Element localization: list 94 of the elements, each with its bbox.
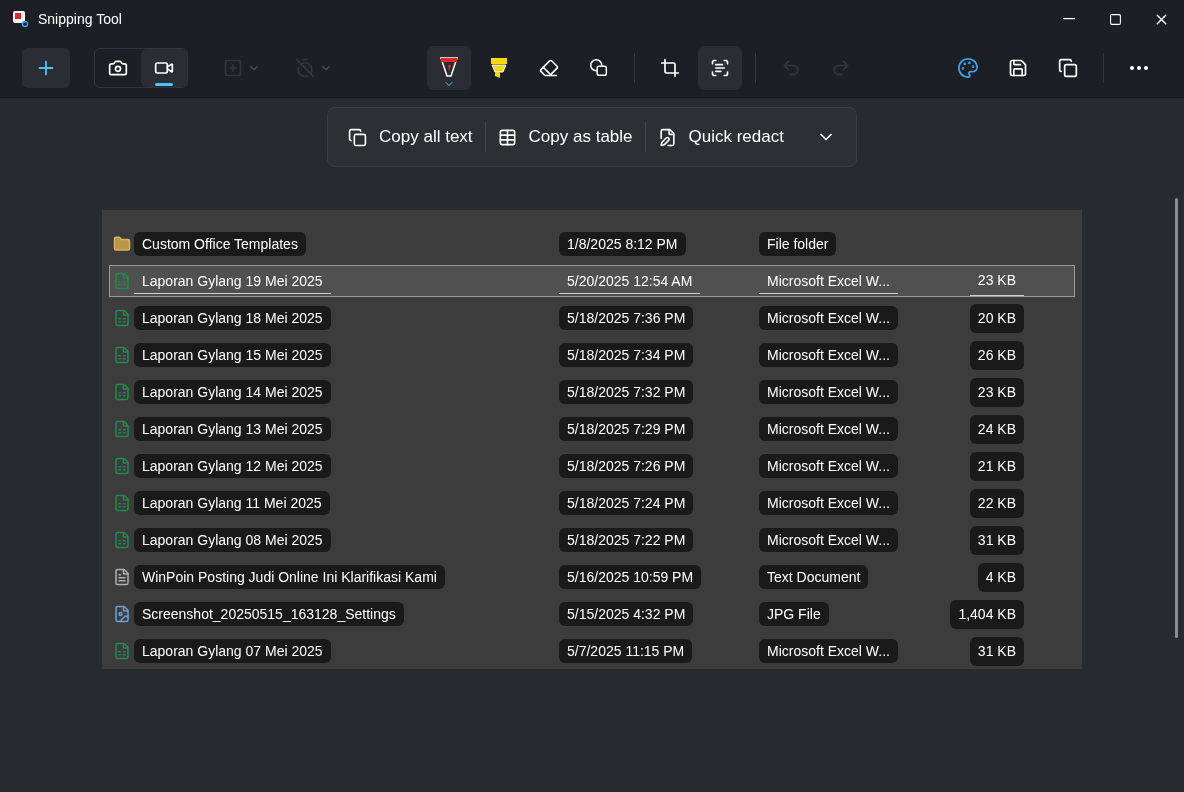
file-size: 24 KB: [969, 414, 1024, 444]
table-icon: [497, 127, 517, 147]
file-size: 20 KB: [969, 303, 1024, 333]
file-type: Microsoft Excel W...: [759, 416, 898, 441]
pen-button[interactable]: [426, 45, 471, 90]
file-name: WinPoin Posting Judi Online Ini Klarifikasi Kami: [134, 564, 445, 589]
file-date: 5/7/2025 11:15 PM: [559, 638, 693, 663]
spreadsheet-icon: [113, 494, 131, 512]
maximize-icon: [1108, 12, 1122, 26]
file-date: 5/18/2025 7:26 PM: [559, 453, 694, 478]
image-file-icon: [113, 605, 131, 623]
save-icon: [1008, 57, 1028, 78]
file-size: 22 KB: [969, 488, 1024, 518]
file-name: Laporan Gylang 19 Mei 2025: [134, 268, 331, 294]
palette-icon: [957, 56, 979, 79]
spreadsheet-icon: [113, 531, 131, 549]
spreadsheet-icon: [113, 642, 131, 660]
file-date: 5/15/2025 4:32 PM: [559, 601, 694, 626]
file-size: 23 KB: [969, 266, 1024, 296]
file-row[interactable]: Custom Office Templates 1/8/2025 8:12 PM File folder: [109, 228, 1075, 260]
file-size: 31 KB: [969, 636, 1024, 666]
file-name: Laporan Gylang 12 Mei 2025: [134, 453, 331, 478]
file-date: 5/16/2025 10:59 PM: [559, 564, 702, 589]
file-size: 26 KB: [969, 340, 1024, 370]
file-size: 1,404 KB: [950, 599, 1024, 629]
file-name: Laporan Gylang 14 Mei 2025: [134, 379, 331, 404]
app-logo-icon: [12, 10, 30, 28]
spreadsheet-icon: [113, 383, 131, 401]
file-name: Laporan Gylang 07 Mei 2025: [134, 638, 331, 663]
file-row[interactable]: Screenshot_20250515_163128_Settings 5/15/2025 4:32 PM JPG File 1,404 KB: [109, 598, 1075, 630]
file-date: 5/20/2025 12:54 AM: [559, 268, 701, 294]
file-name: Screenshot_20250515_163128_Settings: [134, 601, 404, 626]
file-date: 1/8/2025 8:12 PM: [559, 231, 686, 256]
crop-icon: [659, 57, 680, 78]
file-row[interactable]: Laporan Gylang 19 Mei 2025 5/20/2025 12:54 AM Microsoft Excel W... 23 KB: [109, 265, 1075, 297]
file-name: Laporan Gylang 15 Mei 2025: [134, 342, 331, 367]
file-row[interactable]: Laporan Gylang 08 Mei 2025 5/18/2025 7:22 PM Microsoft Excel W... 31 KB: [109, 524, 1075, 556]
file-type: Microsoft Excel W...: [759, 453, 898, 478]
file-row[interactable]: Laporan Gylang 11 Mei 2025 5/18/2025 7:24 PM Microsoft Excel W... 22 KB: [109, 487, 1075, 519]
file-type: Microsoft Excel W...: [759, 638, 898, 663]
file-date: 5/18/2025 7:29 PM: [559, 416, 694, 441]
file-name: Laporan Gylang 18 Mei 2025: [134, 305, 331, 330]
spreadsheet-icon: [113, 346, 131, 364]
spreadsheet-icon: [113, 457, 131, 475]
file-row[interactable]: Laporan Gylang 15 Mei 2025 5/18/2025 7:34 PM Microsoft Excel W... 26 KB: [109, 339, 1075, 371]
timer-off-icon: [295, 57, 315, 78]
file-name: Laporan Gylang 11 Mei 2025: [134, 490, 330, 515]
file-date: 5/18/2025 7:36 PM: [559, 305, 694, 330]
minimize-icon: [1063, 18, 1075, 20]
file-size: 31 KB: [969, 525, 1024, 555]
file-type: Microsoft Excel W...: [759, 305, 898, 330]
file-size: 23 KB: [969, 377, 1024, 407]
file-date: 5/18/2025 7:24 PM: [559, 490, 694, 515]
eraser-icon: [538, 57, 559, 78]
file-date: 5/18/2025 7:22 PM: [559, 527, 694, 552]
file-type: JPG File: [759, 601, 829, 626]
file-row[interactable]: Laporan Gylang 07 Mei 2025 5/7/2025 11:15 PM Microsoft Excel W... 31 KB: [109, 635, 1075, 667]
copy-icon: [1058, 57, 1078, 78]
window-title: Snipping Tool: [38, 9, 122, 29]
file-date: 5/18/2025 7:34 PM: [559, 342, 694, 367]
shapes-icon: [587, 56, 610, 79]
folder-icon: [113, 235, 131, 253]
spreadsheet-icon: [113, 420, 131, 438]
file-row[interactable]: Laporan Gylang 14 Mei 2025 5/18/2025 7:32 PM Microsoft Excel W... 23 KB: [109, 376, 1075, 408]
file-name: Laporan Gylang 08 Mei 2025: [134, 527, 331, 552]
redact-text-button[interactable]: Quick redact: [645, 115, 796, 159]
text-scan-icon: [709, 57, 730, 78]
file-row[interactable]: Laporan Gylang 18 Mei 2025 5/18/2025 7:36 PM Microsoft Excel W... 20 KB: [109, 302, 1075, 334]
file-type: Text Document: [759, 564, 869, 589]
more-icon: [1130, 65, 1148, 70]
file-size: 21 KB: [969, 451, 1024, 481]
text-file-icon: [113, 568, 131, 586]
video-mode-button[interactable]: [141, 48, 187, 87]
file-row[interactable]: Laporan Gylang 12 Mei 2025 5/18/2025 7:26 PM Microsoft Excel W... 21 KB: [109, 450, 1075, 482]
file-row[interactable]: Laporan Gylang 13 Mei 2025 5/18/2025 7:29 PM Microsoft Excel W... 24 KB: [109, 413, 1075, 445]
copy-text-button[interactable]: Copy all text: [336, 115, 485, 159]
copy-icon: [348, 127, 368, 147]
file-type: File folder: [759, 231, 837, 256]
file-name: Laporan Gylang 13 Mei 2025: [134, 416, 331, 441]
file-name: Custom Office Templates: [134, 231, 306, 256]
file-date: 5/18/2025 7:32 PM: [559, 379, 694, 404]
file-type: Microsoft Excel W...: [759, 527, 898, 552]
table-text-button[interactable]: Copy as table: [485, 115, 645, 159]
file-type: Microsoft Excel W...: [759, 379, 898, 404]
file-type: Microsoft Excel W...: [759, 342, 898, 367]
new-snip-button[interactable]: [22, 47, 70, 88]
file-type: Microsoft Excel W...: [759, 268, 898, 294]
text-actions-button[interactable]: [697, 45, 742, 90]
spreadsheet-icon: [113, 309, 131, 327]
file-row[interactable]: WinPoin Posting Judi Online Ini Klarifikasi Kami 5/16/2025 10:59 PM Text Document 4 KB: [109, 561, 1075, 593]
file-size: 4 KB: [977, 562, 1024, 592]
file-type: Microsoft Excel W...: [759, 490, 898, 515]
redact-icon: [657, 127, 677, 147]
spreadsheet-icon: [113, 272, 131, 290]
